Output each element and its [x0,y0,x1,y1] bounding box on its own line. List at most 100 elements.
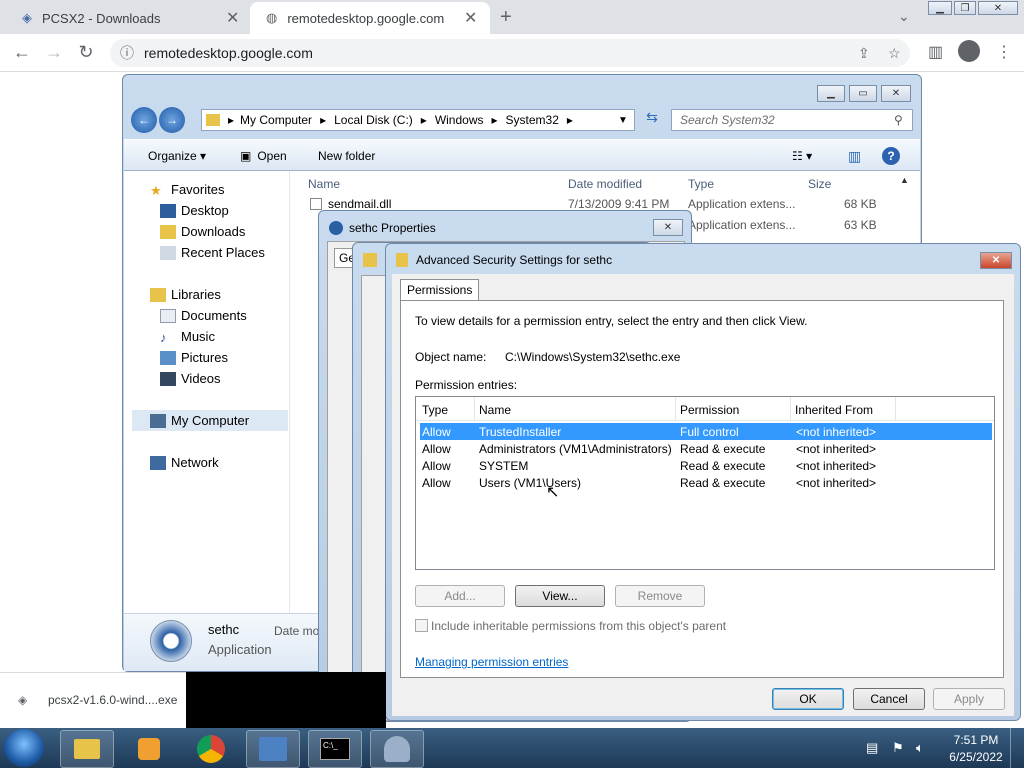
address-bar[interactable]: ⓘ remotedesktop.google.com ⇪ ☆ [110,39,910,67]
remove-button[interactable]: Remove [615,585,705,607]
column-header-type[interactable]: Type [422,403,448,417]
avatar[interactable] [958,40,980,62]
cancel-button[interactable]: Cancel [853,688,925,710]
close-button[interactable]: ✕ [653,219,683,236]
table-row[interactable]: Allow TrustedInstaller Full control <not… [420,423,992,440]
menu-icon[interactable]: ⋮ [996,42,1012,62]
folder-icon [363,253,377,267]
include-inheritable-checkbox[interactable] [415,619,428,632]
minimize-button[interactable]: ▁ [928,1,952,15]
column-header-inherited-from[interactable]: Inherited From [795,403,873,417]
close-button[interactable]: ✕ [881,85,911,102]
file-type: Application extens... [688,197,796,211]
search-input[interactable]: Search System32 ⚲ [671,109,913,131]
apply-button[interactable]: Apply [933,688,1005,710]
open-icon: ▣ [240,149,252,163]
taskbar-explorer[interactable] [60,730,114,768]
tab-close-icon[interactable]: ✕ [464,8,477,28]
new-tab-button[interactable]: + [500,6,512,29]
column-header-name[interactable]: Name [479,403,511,417]
permissions-panel: To view details for a permission entry, … [400,300,1004,678]
permission-entries-label: Permission entries: [415,378,518,392]
preview-pane-icon[interactable]: ▥ [848,148,861,165]
open-button[interactable]: ▣ Open [240,149,287,163]
taskbar-server-manager[interactable] [246,730,300,768]
sidebar-item-recent-places[interactable]: Recent Places [160,242,265,263]
sidebar-libraries[interactable]: Libraries [150,284,221,305]
forward-arrow-icon[interactable]: → [159,107,185,133]
share-icon[interactable]: ⇪ [858,45,870,62]
column-header-permission[interactable]: Permission [680,403,739,417]
download-item[interactable]: pcsx2-v1.6.0-wind....exe [48,693,177,707]
advanced-dialog-body: Permissions To view details for a permis… [392,274,1014,716]
table-row[interactable]: Allow SYSTEM Read & execute <not inherit… [420,457,992,474]
column-header-size[interactable]: Size [808,177,831,191]
url-text: remotedesktop.google.com [144,45,313,61]
sidebar-my-computer[interactable]: My Computer [132,410,288,431]
tab-search-chevron-icon[interactable]: ⌄ [898,8,910,25]
volume-icon[interactable]: 🔈︎ [916,740,924,756]
tab-pcsx2-downloads[interactable]: ◈ PCSX2 - Downloads ✕ [6,2,246,34]
managing-permissions-link[interactable]: Managing permission entries [415,655,568,669]
forward-arrow-icon[interactable]: → [42,42,66,63]
taskbar-chrome[interactable] [184,730,238,768]
details-file-name: sethc [208,622,240,637]
add-button[interactable]: Add... [415,585,505,607]
tab-close-icon[interactable]: ✕ [226,8,239,28]
navigation-pane: ★ Favorites Desktop Downloads Recent Plac… [124,171,290,613]
sidebar-item-desktop[interactable]: Desktop [160,200,229,221]
sidebar-item-music[interactable]: ♪ Music [160,326,215,347]
sidebar-item-downloads[interactable]: Downloads [160,221,245,242]
taskbar-media-player[interactable] [122,730,176,768]
tab-remote-desktop[interactable]: ◍ remotedesktop.google.com ✕ [250,2,490,34]
table-row[interactable]: Allow Administrators (VM1\Administrators… [420,440,992,457]
scroll-up-icon[interactable]: ▲ [900,175,909,185]
column-header-date[interactable]: Date modified [568,177,642,191]
table-row[interactable]: Allow Users (VM1\Users) Read & execute <… [420,474,992,491]
minimize-button[interactable]: ▁ [817,85,845,102]
help-icon[interactable]: ? [882,147,900,165]
sidebar-network[interactable]: Network [150,452,219,473]
ok-button[interactable]: OK [772,688,844,710]
folder-icon [396,253,408,267]
file-row[interactable]: sendmail.dll [310,197,391,211]
file-date: 7/13/2009 9:41 PM [568,197,670,211]
breadcrumb-local-disk[interactable]: Local Disk (C:) [334,113,413,127]
breadcrumb-my-computer[interactable]: My Computer [240,113,312,127]
close-button[interactable]: ✕ [978,1,1018,15]
refresh-icon[interactable]: ⇆ [641,109,663,131]
side-panel-icon[interactable]: ▥ [928,42,943,62]
breadcrumb-windows[interactable]: Windows [435,113,484,127]
action-center-icon[interactable]: ⚑ [892,740,904,756]
view-button[interactable]: View... [515,585,605,607]
breadcrumb[interactable]: ▸ My Computer ▸ Local Disk (C:) ▸ Window… [201,109,635,131]
browser-toolbar: ← → ↻ ⓘ remotedesktop.google.com ⇪ ☆ ▥ ⋮ [0,34,1024,72]
sidebar-favorites[interactable]: ★ Favorites [150,179,224,200]
clock[interactable]: 7:51 PM 6/25/2022 [948,733,1004,764]
column-header-name[interactable]: Name [308,177,340,191]
new-folder-button[interactable]: New folder [318,149,375,163]
close-button[interactable]: ✕ [980,252,1012,269]
taskbar-cmd[interactable]: C:\_ [308,730,362,768]
back-arrow-icon[interactable]: ← [10,42,34,63]
reload-icon[interactable]: ↻ [74,42,98,63]
restore-button[interactable]: ❐ [954,1,976,15]
tab-permissions[interactable]: Permissions [400,279,480,301]
browser-tab-strip: ◈ PCSX2 - Downloads ✕ ◍ remotedesktop.go… [0,0,1024,34]
sidebar-item-pictures[interactable]: Pictures [160,347,228,368]
column-header-type[interactable]: Type [688,177,714,191]
star-icon[interactable]: ☆ [888,45,901,62]
maximize-button[interactable]: ▭ [849,85,877,102]
permission-entries-list[interactable]: Type Name Permission Inherited From Allo… [415,396,995,570]
breadcrumb-system32[interactable]: System32 [506,113,559,127]
dropdown-arrow-icon[interactable]: ▼ [618,115,628,126]
view-options-icon[interactable]: ☷ ▾ [792,149,812,163]
network-tray-icon[interactable]: ▤ [866,740,878,756]
show-desktop-button[interactable] [1010,728,1024,768]
sidebar-item-documents[interactable]: Documents [160,305,247,326]
taskbar-users[interactable] [370,730,424,768]
back-arrow-icon[interactable]: ← [131,107,157,133]
organize-button[interactable]: Organize ▾ [148,149,206,163]
start-button[interactable] [4,729,44,767]
sidebar-item-videos[interactable]: Videos [160,368,221,389]
